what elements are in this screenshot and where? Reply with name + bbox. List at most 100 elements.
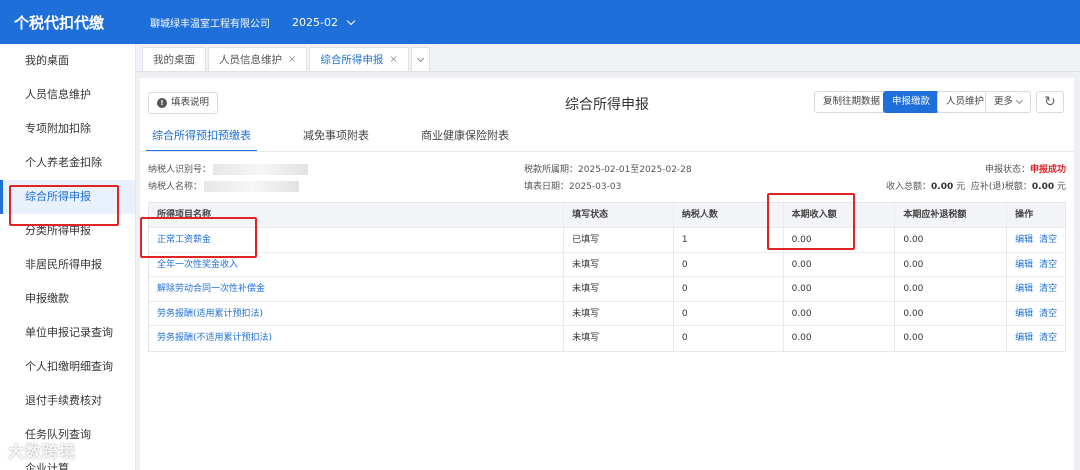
- sidebar-item-special-deduction[interactable]: 专项附加扣除: [0, 112, 135, 146]
- taxpayer-name-label: 纳税人名称：: [148, 182, 203, 192]
- income-total-value: 0.00: [931, 182, 954, 192]
- page-tab-label: 我的桌面: [153, 53, 195, 66]
- watermark: 大数跨境: [8, 442, 77, 461]
- income-item-link[interactable]: 解除劳动合同一次性补偿金: [157, 284, 265, 294]
- tax-amount: 0.00: [895, 228, 1008, 252]
- table-row: 劳务报酬(适用累计预扣法) 未填写 0 0.00 0.00 编辑 清空: [149, 301, 1065, 326]
- declare-status: 申报状态：申报成功: [985, 162, 1066, 175]
- taxpayer-count: 0: [674, 301, 784, 325]
- chevron-down-icon: [416, 54, 424, 62]
- income-item-link[interactable]: 全年一次性奖金收入: [157, 260, 238, 270]
- clear-button[interactable]: 清空: [1039, 284, 1057, 294]
- taxpayer-count: 0: [674, 252, 784, 276]
- sidebar-item-fee-refund[interactable]: 退付手续费核对: [0, 384, 135, 418]
- table-header-row: 所得项目名称 填写状态 纳税人数 本期收入额 本期应补退税额 操作: [149, 203, 1065, 228]
- close-icon[interactable]: ×: [288, 48, 296, 72]
- period-selector[interactable]: 2025-02: [292, 15, 356, 29]
- tax-due-value: 0.00: [1031, 182, 1055, 192]
- tab-health-insurance-schedule[interactable]: 商业健康保险附表: [415, 126, 515, 152]
- fill-status: 未填写: [564, 252, 674, 276]
- income-items-table: 所得项目名称 填写状态 纳税人数 本期收入额 本期应补退税额 操作 正常工资薪金…: [148, 202, 1066, 352]
- income-total-label: 收入总额：: [886, 182, 932, 192]
- tax-period-value: 2025-02-01至2025-02-28: [578, 165, 692, 175]
- annotation-highlight-income-column: [767, 193, 855, 250]
- income-amount: 0.00: [784, 277, 896, 301]
- fill-status: 已填写: [564, 228, 674, 252]
- sidebar-item-person-info[interactable]: 人员信息维护: [0, 78, 135, 112]
- sidebar-item-nonresident-income[interactable]: 非居民所得申报: [0, 248, 135, 282]
- refresh-button[interactable]: ↻: [1036, 91, 1064, 113]
- page-tabs-more-button[interactable]: [410, 47, 430, 71]
- clear-button[interactable]: 清空: [1039, 235, 1057, 245]
- totals: 收入总额：0.00 元 应补(退)税额：0.00 元: [886, 179, 1066, 192]
- status-badge: 申报成功: [1029, 165, 1066, 175]
- clear-button[interactable]: 清空: [1039, 333, 1057, 343]
- fill-status: 未填写: [564, 301, 674, 325]
- copy-previous-button[interactable]: 复制往期数据: [814, 91, 890, 113]
- taxpayer-count: 0: [674, 326, 784, 351]
- sidebar-item-desktop[interactable]: 我的桌面: [0, 44, 135, 78]
- taxpayer-name: 纳税人名称：: [148, 179, 300, 192]
- page-tab-label: 综合所得申报: [320, 53, 384, 66]
- column-header: 填写状态: [564, 203, 674, 227]
- tax-amount: 0.00: [895, 252, 1008, 276]
- company-name[interactable]: 聊城绿丰温室工程有限公司: [150, 15, 270, 30]
- clear-button[interactable]: 清空: [1039, 309, 1057, 319]
- declare-status-label: 申报状态：: [984, 165, 1030, 175]
- tab-withholding-table[interactable]: 综合所得预扣预缴表: [146, 126, 257, 152]
- sidebar-item-unit-records[interactable]: 单位申报记录查询: [0, 316, 135, 350]
- sidebar: 我的桌面 人员信息维护 专项附加扣除 个人养老金扣除 综合所得申报 分类所得申报…: [0, 44, 136, 470]
- tax-amount: 0.00: [895, 301, 1008, 325]
- fill-date: 填表日期：2025-03-03: [524, 179, 621, 192]
- sidebar-item-declare-pay[interactable]: 申报缴款: [0, 282, 135, 316]
- unit-label: 元: [1056, 182, 1066, 192]
- edit-button[interactable]: 编辑: [1015, 309, 1033, 319]
- unit-label: 元: [956, 182, 966, 192]
- taxpayer-count: 0: [674, 277, 784, 301]
- edit-button[interactable]: 编辑: [1015, 235, 1033, 245]
- page-tab-desktop[interactable]: 我的桌面: [142, 47, 206, 71]
- annotation-highlight-salary-row: [140, 217, 257, 258]
- more-button-label: 更多: [994, 96, 1014, 107]
- tab-reduction-schedule[interactable]: 减免事项附表: [297, 126, 375, 152]
- period-value: 2025-02: [292, 15, 338, 29]
- edit-button[interactable]: 编辑: [1015, 260, 1033, 270]
- edit-button[interactable]: 编辑: [1015, 284, 1033, 294]
- tax-amount: 0.00: [895, 277, 1008, 301]
- more-button[interactable]: 更多: [985, 91, 1032, 113]
- annotation-highlight-sidebar: [9, 185, 119, 226]
- tax-period: 税款所属期：2025-02-01至2025-02-28: [524, 162, 692, 175]
- chevron-down-icon: [346, 16, 356, 25]
- refresh-icon: ↻: [1044, 94, 1056, 110]
- redacted-value: [204, 181, 300, 192]
- top-bar: 个税代扣代缴 聊城绿丰温室工程有限公司 2025-02: [0, 0, 1080, 44]
- tax-amount: 0.00: [895, 326, 1008, 351]
- fill-status: 未填写: [564, 277, 674, 301]
- income-amount: 0.00: [784, 301, 896, 325]
- income-amount: 0.00: [784, 252, 896, 276]
- page-tab-person-info[interactable]: 人员信息维护 ×: [208, 47, 308, 72]
- column-header: 操作: [1015, 210, 1034, 220]
- sub-tabs: 综合所得预扣预缴表 减免事项附表 商业健康保险附表: [146, 126, 515, 152]
- app-title: 个税代扣代缴: [14, 13, 105, 32]
- taxpayer-id-label: 纳税人识别号：: [148, 165, 212, 175]
- tax-due-label: 应补(退)税额：: [970, 182, 1032, 192]
- page-tab-label: 人员信息维护: [219, 53, 282, 66]
- sidebar-item-personal-details[interactable]: 个人扣缴明细查询: [0, 350, 135, 384]
- table-row: 正常工资薪金 已填写 1 0.00 0.00 编辑 清空: [149, 228, 1065, 253]
- tax-period-label: 税款所属期：: [524, 165, 579, 175]
- fill-date-value: 2025-03-03: [569, 182, 622, 192]
- page-tab-comprehensive-income[interactable]: 综合所得申报 ×: [309, 47, 409, 72]
- declare-pay-button[interactable]: 申报缴款: [883, 91, 940, 113]
- edit-button[interactable]: 编辑: [1015, 333, 1033, 343]
- clear-button[interactable]: 清空: [1039, 260, 1057, 270]
- sidebar-item-pension-deduction[interactable]: 个人养老金扣除: [0, 146, 135, 180]
- table-row: 全年一次性奖金收入 未填写 0 0.00 0.00 编辑 清空: [149, 252, 1065, 277]
- main-panel: ! 填表说明 综合所得申报 复制往期数据 申报缴款 人员维护 更多 ↻ 综合所得…: [140, 78, 1074, 470]
- table-row: 解除劳动合同一次性补偿金 未填写 0 0.00 0.00 编辑 清空: [149, 277, 1065, 302]
- redacted-value: [213, 164, 309, 175]
- fill-date-label: 填表日期：: [524, 182, 570, 192]
- income-item-link[interactable]: 劳务报酬(不适用累计预扣法): [157, 333, 272, 343]
- income-item-link[interactable]: 劳务报酬(适用累计预扣法): [157, 309, 263, 319]
- close-icon[interactable]: ×: [389, 48, 397, 72]
